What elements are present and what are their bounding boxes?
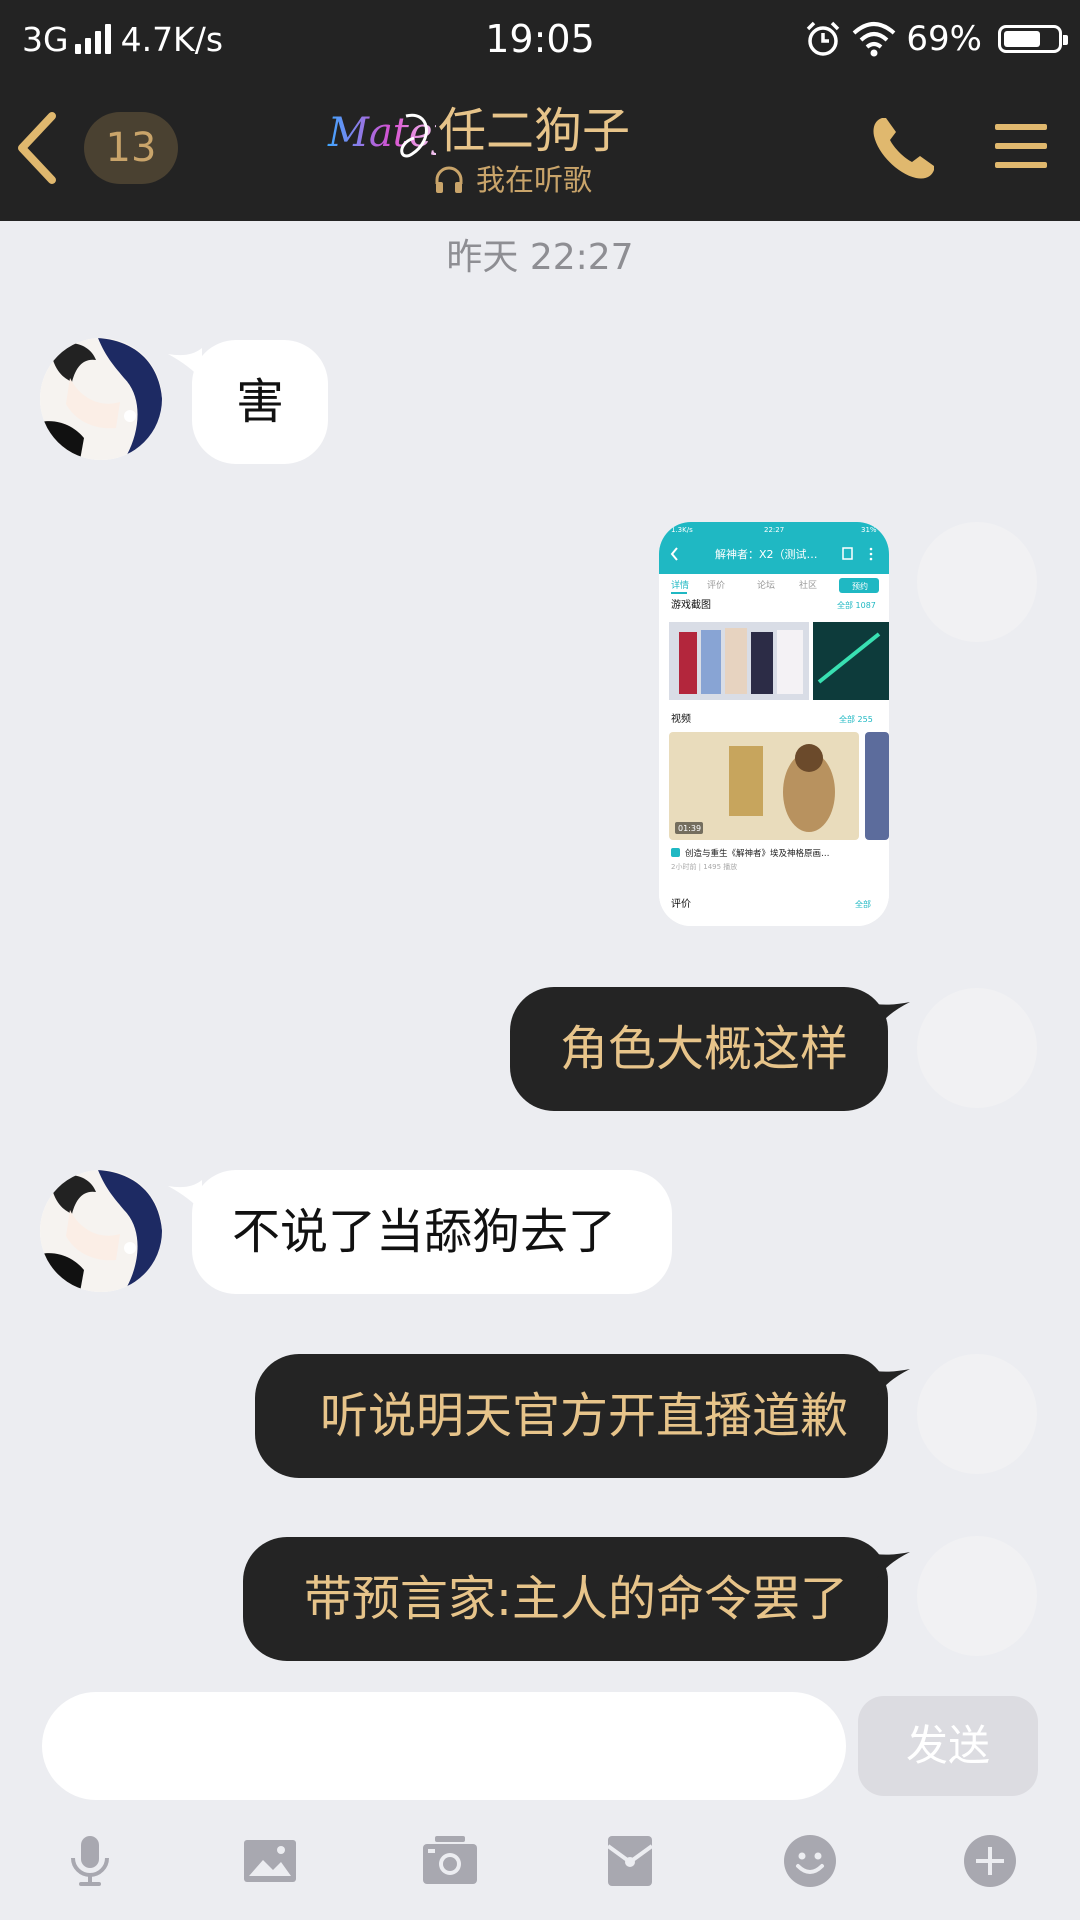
shot-section-title: 评价	[671, 898, 691, 910]
emoji-icon[interactable]	[783, 1834, 837, 1888]
message-bubble-incoming[interactable]: 不说了当舔狗去了	[192, 1170, 672, 1294]
image-icon[interactable]	[243, 1834, 297, 1888]
plus-icon[interactable]	[963, 1834, 1017, 1888]
message-bubble-outgoing[interactable]: 带预言家:主人的命令罢了	[243, 1537, 888, 1661]
matey-logo: Matey	[327, 110, 436, 158]
back-chevron-icon[interactable]	[14, 108, 60, 188]
shot-tab: 论坛	[757, 579, 775, 591]
shot-view-all: 全部	[855, 899, 871, 909]
top-bar: 3G 4.7K/s 19:05 69% 13 Mate 任二狗子 我在听歌	[0, 0, 1080, 221]
bubble-tail	[876, 1369, 910, 1397]
shot-section-title: 视频	[671, 712, 691, 725]
shot-tab: 评价	[707, 580, 725, 591]
shot-video-duration: 01:39	[678, 824, 701, 833]
battery-icon	[998, 25, 1068, 53]
shot-status-left: 1.3K/s	[671, 526, 693, 534]
bubble-tail	[876, 1552, 910, 1580]
contact-avatar[interactable]	[40, 1170, 162, 1292]
message-input[interactable]	[42, 1692, 846, 1800]
svg-text:预约: 预约	[852, 581, 868, 591]
red-packet-icon[interactable]	[603, 1834, 657, 1888]
shot-view-all: 全部 1087	[837, 600, 876, 610]
shot-view-all: 全部 255	[839, 714, 873, 724]
battery-percent: 69%	[906, 19, 982, 59]
unread-count-badge[interactable]: 13	[84, 112, 178, 184]
shot-title: 解神者：X2（测试…	[715, 547, 818, 561]
shot-section-title: 游戏截图	[671, 598, 711, 611]
menu-icon[interactable]	[995, 120, 1047, 172]
bubble-tail	[876, 1002, 910, 1030]
contact-avatar[interactable]	[40, 338, 162, 460]
alarm-icon	[807, 21, 840, 56]
my-avatar[interactable]	[917, 522, 1037, 642]
avatar-illustration	[40, 1170, 162, 1292]
status-bar-right: 69%	[804, 14, 1068, 64]
send-button[interactable]: 发送	[858, 1696, 1038, 1796]
my-avatar[interactable]	[917, 988, 1037, 1108]
wifi-icon	[853, 22, 896, 57]
avatar-illustration	[40, 338, 162, 460]
shot-status-right: 31%	[861, 526, 877, 534]
contact-status: 我在听歌	[434, 160, 592, 200]
message-bubble-outgoing[interactable]: 听说明天官方开直播道歉	[255, 1354, 888, 1478]
shot-status-time: 22:27	[764, 526, 784, 534]
mic-icon[interactable]	[63, 1834, 117, 1888]
shot-tab: 社区	[799, 579, 817, 591]
shot-video-title: 创造与重生《解神者》埃及神格原画…	[685, 848, 830, 859]
shot-video-meta: 2小时前 | 1495 播放	[671, 862, 737, 871]
shot-tab: 详情	[671, 579, 689, 591]
message-timestamp: 昨天 22:27	[446, 237, 634, 278]
my-avatar[interactable]	[917, 1536, 1037, 1656]
headphones-icon	[435, 166, 463, 193]
message-bubble-incoming[interactable]: 害	[192, 340, 328, 464]
camera-icon[interactable]	[423, 1834, 477, 1888]
battery-level	[1004, 31, 1040, 47]
message-bubble-outgoing[interactable]: 角色大概这样	[510, 987, 888, 1111]
phone-call-icon[interactable]	[868, 114, 938, 184]
my-avatar[interactable]	[917, 1354, 1037, 1474]
contact-name[interactable]: 任二狗子	[438, 98, 630, 164]
contact-status-text: 我在听歌	[476, 163, 593, 197]
image-message[interactable]: 1.3K/s 22:27 31% 解神者：X2（测试… 详情 评价 论坛 社区 …	[659, 522, 889, 926]
